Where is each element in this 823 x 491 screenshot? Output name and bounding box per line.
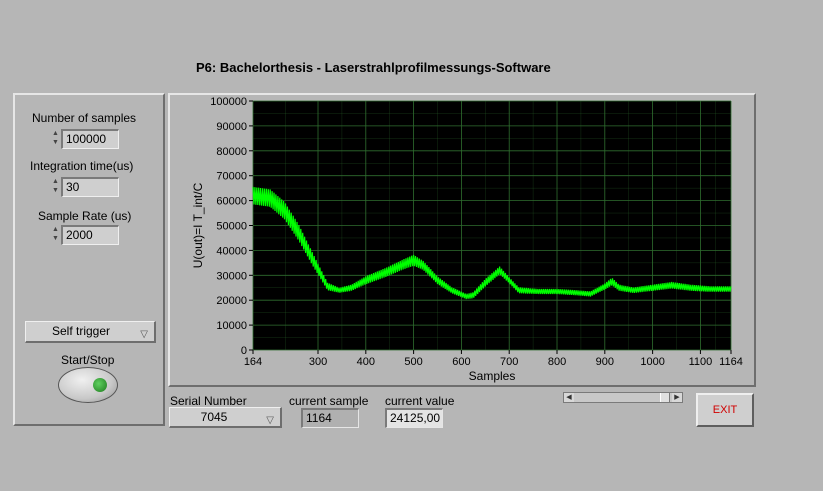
window-title: P6: Bachelorthesis - Laserstrahlprofilme… (196, 60, 551, 75)
rate-input[interactable]: 2000 (61, 225, 119, 245)
spin-arrows-icon[interactable]: ▲ ▼ (51, 129, 60, 149)
x-tick-label: 1100 (689, 356, 713, 368)
y-tick-label: 40000 (216, 245, 247, 257)
x-tick-label: 1164 (719, 356, 743, 368)
spin-arrows-icon[interactable]: ▲ ▼ (51, 225, 60, 245)
y-tick-label: 20000 (216, 295, 247, 307)
x-tick-label: 700 (500, 356, 518, 368)
rate-label: Sample Rate (us) (38, 209, 132, 223)
serial-label: Serial Number (170, 394, 247, 408)
y-tick-label: 80000 (216, 146, 247, 158)
chevron-down-icon: ▽ (140, 329, 148, 340)
start-stop-button[interactable] (58, 367, 118, 403)
serial-select[interactable]: 7045 ▽ (169, 407, 282, 428)
current-sample-label: current sample (289, 394, 369, 408)
x-tick-label: 800 (548, 356, 566, 368)
status-led-icon (93, 378, 107, 392)
y-tick-label: 90000 (216, 121, 247, 133)
x-tick-label: 1000 (640, 356, 664, 368)
current-value-indicator: 24125,00 (385, 408, 443, 428)
samples-label: Number of samples (32, 111, 137, 125)
trigger-select[interactable]: Self trigger ▽ (25, 321, 156, 343)
x-tick-label: 900 (596, 356, 614, 368)
y-axis-ticks: 0100002000030000400005000060000700008000… (210, 96, 253, 357)
waveform-chart[interactable]: 0100002000030000400005000060000700008000… (168, 93, 756, 389)
chart-grid (252, 100, 732, 351)
x-tick-label: 164 (244, 356, 262, 368)
arrow-right-icon[interactable]: ▶ (672, 393, 682, 402)
trigger-selected-label: Self trigger (51, 324, 111, 338)
integration-input[interactable]: 30 (61, 177, 119, 197)
x-tick-label: 400 (357, 356, 375, 368)
spin-arrows-icon[interactable]: ▲ ▼ (51, 177, 60, 197)
x-tick-label: 300 (309, 356, 327, 368)
arrow-left-icon[interactable]: ◀ (564, 393, 574, 402)
start-stop-label: Start/Stop (61, 353, 115, 367)
current-value-label: current value (385, 394, 455, 408)
x-axis-ticks: 164 300 400 500 600 700 800 900 1000 1100 1164 (244, 350, 743, 368)
serial-value: 7045 (200, 410, 228, 424)
current-sample-indicator: 1164 (301, 408, 359, 428)
chart-scrollbar[interactable]: ◀ ▶ (563, 392, 683, 403)
x-tick-label: 500 (404, 356, 422, 368)
y-axis-label: U(out)=I T_int/C (191, 182, 205, 268)
y-tick-label: 70000 (216, 171, 247, 183)
scrollbar-thumb[interactable] (660, 393, 670, 402)
samples-control: ▲ ▼ 100000 (51, 129, 121, 149)
y-tick-label: 10000 (216, 320, 247, 332)
exit-button[interactable]: EXIT (696, 393, 754, 427)
x-tick-label: 600 (452, 356, 470, 368)
integration-label: Integration time(us) (30, 159, 134, 173)
rate-control: ▲ ▼ 2000 (51, 225, 121, 245)
chevron-down-icon: ▽ (266, 415, 274, 426)
x-axis-label: Samples (469, 369, 516, 383)
y-tick-label: 50000 (216, 221, 247, 233)
samples-input[interactable]: 100000 (61, 129, 119, 149)
integration-control: ▲ ▼ 30 (51, 177, 121, 197)
y-tick-label: 60000 (216, 196, 247, 208)
y-tick-label: 100000 (210, 96, 247, 108)
y-tick-label: 30000 (216, 270, 247, 282)
